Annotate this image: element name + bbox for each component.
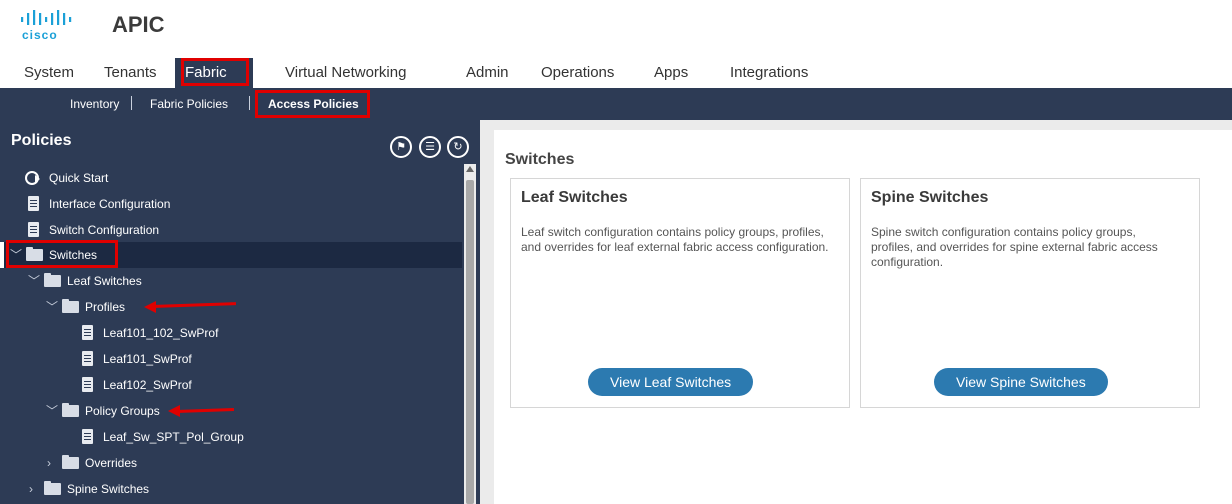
document-icon — [82, 377, 93, 392]
scroll-up-arrow-icon[interactable] — [466, 166, 474, 172]
tab-apps[interactable]: Apps — [648, 58, 694, 88]
tree-item-leaf101-swprof[interactable]: Leaf101_SwProf — [0, 346, 462, 372]
card-title: Leaf Switches — [521, 189, 628, 206]
tree-item-label: Quick Start — [49, 171, 109, 185]
tree-item-switches[interactable]: ﹀ Switches — [0, 242, 462, 268]
tab-virtual-networking[interactable]: Virtual Networking — [279, 58, 412, 88]
card-description: Leaf switch configuration contains polic… — [521, 225, 829, 254]
refresh-icon[interactable]: ↻ — [447, 136, 469, 158]
tree-item-leaf-sw-spt-pol-group[interactable]: Leaf_Sw_SPT_Pol_Group — [0, 424, 462, 450]
tree-item-quick-start[interactable]: Quick Start — [0, 165, 462, 191]
subnav-divider — [131, 96, 132, 110]
folder-icon — [62, 403, 79, 417]
tree-item-label: Profiles — [85, 300, 126, 314]
subnav-fabric-policies[interactable]: Fabric Policies — [150, 88, 228, 120]
tree-item-profiles[interactable]: ﹀ Profiles — [0, 294, 462, 320]
tree-item-spine-switches[interactable]: › Spine Switches — [0, 476, 462, 502]
tab-system[interactable]: System — [18, 58, 80, 88]
view-spine-switches-button[interactable]: View Spine Switches — [934, 368, 1108, 396]
chevron-down-icon[interactable]: ﹀ — [10, 242, 22, 268]
list-filter-icon[interactable]: ☰ — [419, 136, 441, 158]
subnav-inventory[interactable]: Inventory — [70, 88, 119, 120]
tree-item-label: Policy Groups — [85, 404, 160, 418]
tab-fabric[interactable]: Fabric — [175, 58, 253, 88]
folder-icon — [26, 247, 43, 261]
chevron-down-icon[interactable]: ﹀ — [28, 268, 40, 294]
tree-item-label: Leaf Switches — [67, 274, 142, 288]
tab-integrations[interactable]: Integrations — [724, 58, 814, 88]
tree-item-label: Leaf_Sw_SPT_Pol_Group — [103, 430, 244, 444]
folder-icon — [44, 481, 61, 495]
tree-item-leaf-switches[interactable]: ﹀ Leaf Switches — [0, 268, 462, 294]
tree-item-label: Spine Switches — [67, 482, 150, 496]
tree-item-overrides[interactable]: › Overrides — [0, 450, 462, 476]
panel-title: Policies — [11, 132, 72, 149]
view-leaf-switches-button[interactable]: View Leaf Switches — [588, 368, 754, 396]
tree-item-label: Overrides — [85, 456, 138, 470]
document-icon — [28, 222, 39, 237]
document-icon — [82, 351, 93, 366]
app-title: APIC — [112, 12, 165, 37]
cisco-logo: cisco — [20, 10, 74, 42]
chevron-right-icon[interactable]: › — [47, 450, 51, 476]
tree-item-interface-configuration[interactable]: Interface Configuration — [0, 191, 462, 217]
tree-item-label: Switch Configuration — [49, 223, 160, 237]
chevron-down-icon[interactable]: ﹀ — [46, 294, 58, 320]
spine-switches-card: Spine Switches Spine switch configuratio… — [860, 178, 1200, 408]
content-pane: Switches Leaf Switches Leaf switch confi… — [480, 120, 1232, 504]
tree-item-label: Interface Configuration — [49, 197, 171, 211]
quick-start-icon — [25, 171, 40, 185]
sub-nav: Inventory Fabric Policies Access Policie… — [0, 88, 1232, 120]
folder-icon — [62, 299, 79, 313]
tree-item-switch-configuration[interactable]: Switch Configuration — [0, 217, 462, 243]
tab-admin[interactable]: Admin — [460, 58, 515, 88]
content-area: Switches Leaf Switches Leaf switch confi… — [494, 130, 1232, 504]
selection-indicator — [0, 242, 4, 268]
chevron-right-icon[interactable]: › — [29, 476, 33, 502]
chevron-down-icon[interactable]: ﹀ — [46, 398, 58, 424]
tree-item-label: Leaf102_SwProf — [103, 378, 192, 392]
cisco-bars-icon — [21, 10, 72, 25]
card-description: Spine switch configuration contains poli… — [871, 225, 1158, 269]
subnav-divider — [249, 96, 250, 110]
tree-item-label: Leaf101_102_SwProf — [103, 326, 219, 340]
card-title: Spine Switches — [871, 189, 989, 206]
folder-icon — [62, 455, 79, 469]
tree-item-leaf101-102-swprof[interactable]: Leaf101_102_SwProf — [0, 320, 462, 346]
tree-scrollbar[interactable] — [464, 164, 476, 504]
scroll-thumb[interactable] — [466, 180, 474, 504]
tree-item-label: Leaf101_SwProf — [103, 352, 192, 366]
quick-start-flag-icon[interactable]: ⚑ — [390, 136, 412, 158]
leaf-switches-card: Leaf Switches Leaf switch configuration … — [510, 178, 850, 408]
document-icon — [82, 325, 93, 340]
pane-title: Switches — [505, 151, 575, 168]
tab-tenants[interactable]: Tenants — [98, 58, 163, 88]
logo-wordmark: cisco — [22, 28, 58, 42]
policies-panel: Policies ⚑ ☰ ↻ Quick Start Interface Con… — [0, 120, 480, 504]
tab-operations[interactable]: Operations — [535, 58, 620, 88]
tree-item-label: Switches — [49, 248, 98, 262]
app-header: cisco APIC System Tenants Fabric Virtual… — [0, 0, 1232, 88]
subnav-access-policies[interactable]: Access Policies — [268, 88, 359, 120]
document-icon — [28, 196, 39, 211]
folder-icon — [44, 273, 61, 287]
tree-item-leaf102-swprof[interactable]: Leaf102_SwProf — [0, 372, 462, 398]
document-icon — [82, 429, 93, 444]
